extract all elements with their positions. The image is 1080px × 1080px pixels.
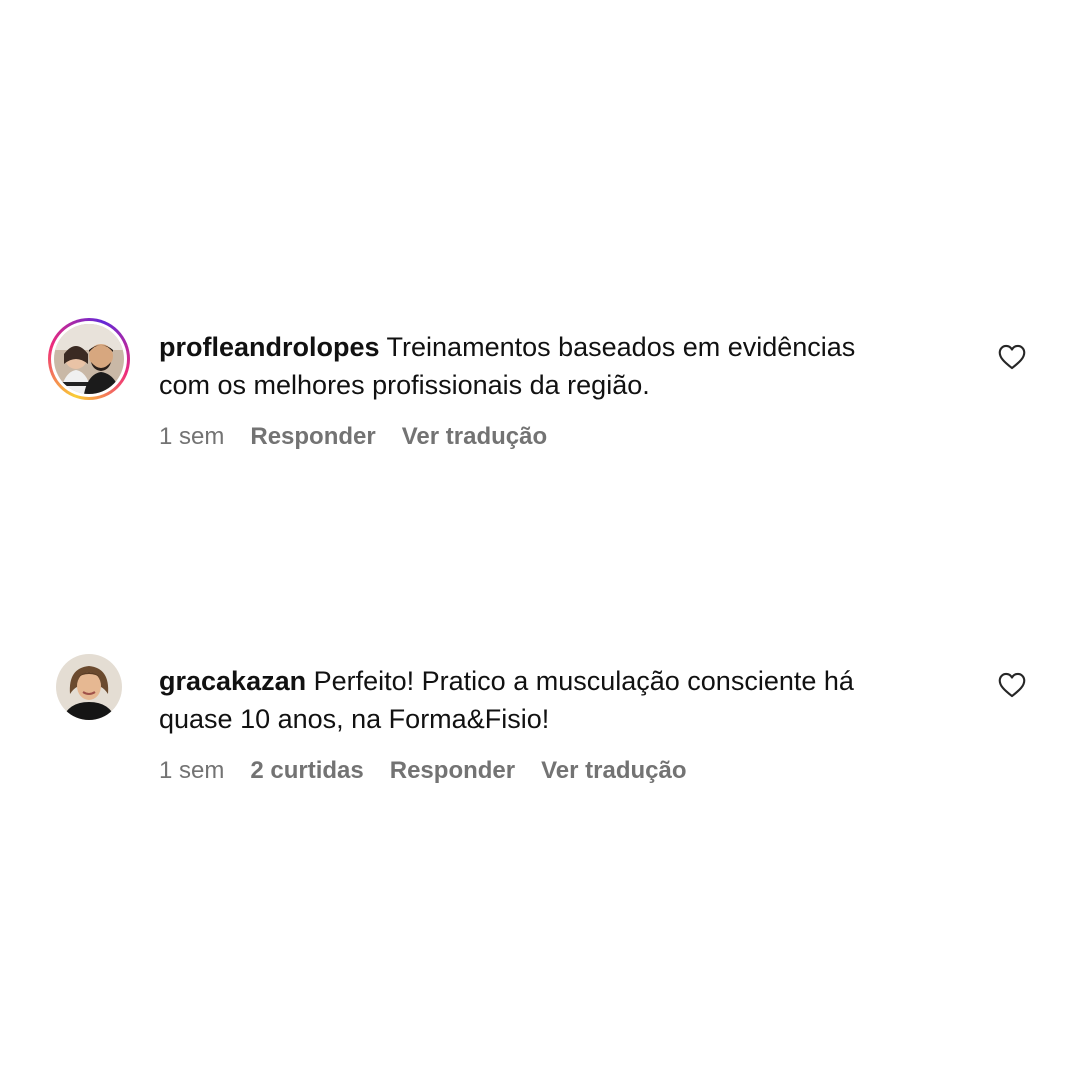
reply-button[interactable]: Responder [250, 422, 375, 452]
reply-button[interactable]: Responder [390, 756, 515, 786]
comment-text: profleandrolopes Treinamentos baseados e… [159, 328, 949, 366]
comment-text-line-1: Perfeito! Pratico a musculação conscient… [313, 666, 854, 696]
comment-text-line-1: Treinamentos baseados em evidências [386, 332, 856, 362]
timestamp: 1 sem [159, 423, 225, 450]
avatar[interactable] [48, 652, 130, 734]
comment-body: gracakazan Perfeito! Pratico a musculaçã… [159, 662, 949, 786]
heart-outline-icon[interactable] [998, 672, 1026, 698]
username[interactable]: profleandrolopes [159, 332, 380, 362]
heart-outline-icon[interactable] [998, 344, 1026, 370]
avatar-photo [54, 324, 124, 394]
comment-text: gracakazan Perfeito! Pratico a musculaçã… [159, 662, 949, 700]
timestamp: 1 sem [159, 757, 225, 784]
likes-count-button[interactable]: 2 curtidas [250, 756, 363, 786]
avatar[interactable] [48, 318, 130, 400]
comment-text-line-2: quase 10 anos, na Forma&Fisio! [159, 704, 550, 734]
comment-meta: 1 sem Responder Ver tradução [159, 422, 949, 452]
comment-text-line-2: com os melhores profissionais da região. [159, 370, 650, 400]
comment-meta: 1 sem 2 curtidas Responder Ver tradução [159, 756, 949, 786]
avatar-photo [56, 654, 122, 720]
story-ring [48, 318, 130, 400]
see-translation-button[interactable]: Ver tradução [541, 756, 686, 786]
comment-body: profleandrolopes Treinamentos baseados e… [159, 328, 949, 452]
see-translation-button[interactable]: Ver tradução [402, 422, 547, 452]
username[interactable]: gracakazan [159, 666, 306, 696]
